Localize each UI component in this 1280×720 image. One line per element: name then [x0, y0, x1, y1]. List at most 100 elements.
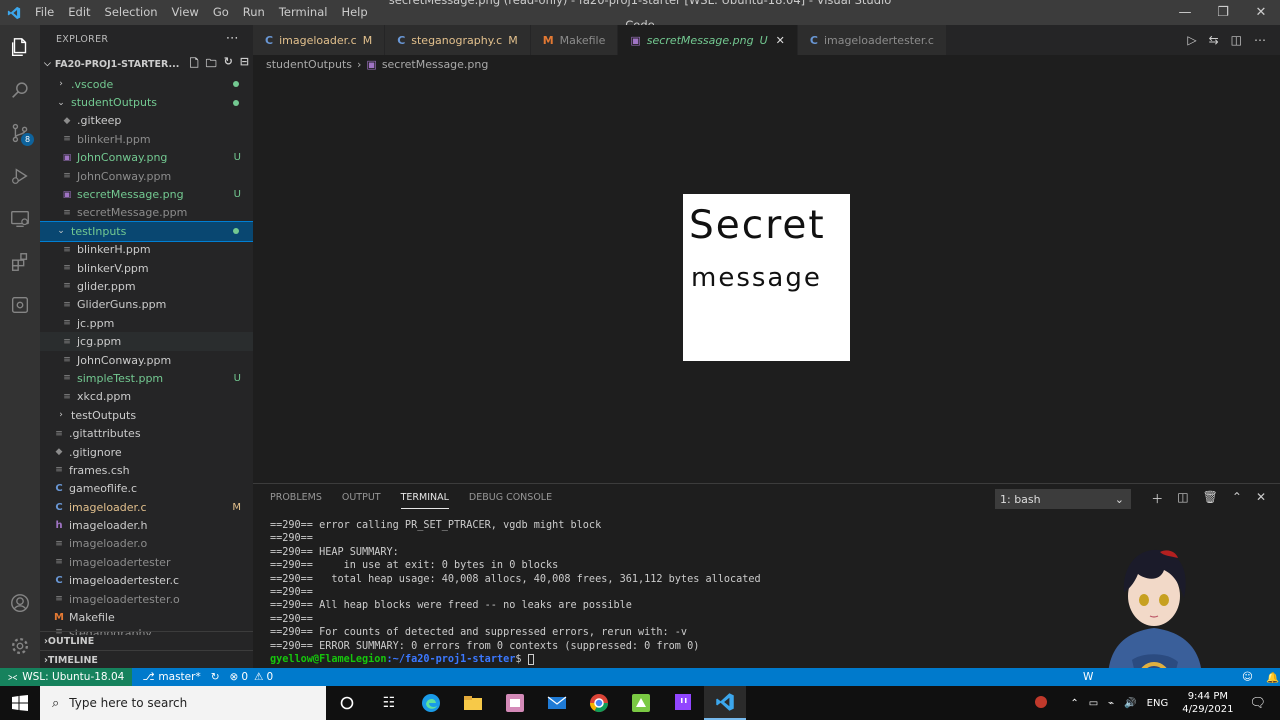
- maximize-panel-icon[interactable]: ⌃: [1232, 490, 1242, 507]
- chevron-up-icon[interactable]: ⌃: [1070, 698, 1078, 709]
- explorer-activity-button[interactable]: [0, 25, 40, 68]
- tree-item-johnconway-png[interactable]: ▣ JohnConway.png U: [40, 149, 253, 167]
- notification-center-icon[interactable]: 🗨: [1249, 696, 1266, 711]
- new-file-icon[interactable]: 🗋: [190, 55, 199, 74]
- tree-item-glider[interactable]: ≡ glider.ppm: [40, 277, 253, 295]
- tab-steganography-c[interactable]: C steganography.c M: [385, 25, 531, 55]
- remote-indicator[interactable]: ⪥ WSL: Ubuntu-18.04: [0, 668, 133, 686]
- run-debug-activity-button[interactable]: [0, 154, 40, 197]
- tree-item-imageloader-h[interactable]: h imageloader.h: [40, 516, 253, 534]
- menu-file[interactable]: File: [28, 0, 61, 25]
- tree-item-imageloadertester-o[interactable]: ≡ imageloadertester.o: [40, 590, 253, 608]
- menu-view[interactable]: View: [165, 0, 206, 25]
- collapse-all-icon[interactable]: ⊟: [240, 55, 249, 74]
- file-explorer-button[interactable]: [452, 686, 494, 720]
- search-activity-button[interactable]: [0, 68, 40, 111]
- recording-icon[interactable]: [1034, 695, 1048, 712]
- remote-explorer-activity-button[interactable]: [0, 197, 40, 240]
- tree-item-gitignore[interactable]: ◆ .gitignore: [40, 443, 253, 461]
- close-panel-icon[interactable]: ✕: [1256, 490, 1266, 507]
- tab-imageloadertester-c[interactable]: C imageloadertester.c: [797, 25, 947, 55]
- split-terminal-icon[interactable]: ◫: [1177, 490, 1188, 507]
- start-button[interactable]: [0, 686, 40, 720]
- manage-activity-button[interactable]: [0, 624, 40, 667]
- run-icon[interactable]: ▷: [1187, 33, 1196, 47]
- clock[interactable]: 9:44 PM 4/29/2021: [1182, 690, 1233, 716]
- chrome-button[interactable]: [578, 686, 620, 720]
- menu-terminal[interactable]: Terminal: [272, 0, 335, 25]
- mail-button[interactable]: [536, 686, 578, 720]
- tree-item-blinkerh[interactable]: ≡ blinkerH.ppm: [40, 130, 253, 148]
- outline-section[interactable]: › OUTLINE: [40, 631, 253, 650]
- trash-icon[interactable]: 🗑: [1203, 490, 1218, 507]
- breadcrumb-folder[interactable]: studentOutputs: [266, 58, 352, 71]
- tree-item-gameoflife[interactable]: C gameoflife.c: [40, 480, 253, 498]
- split-editor-icon[interactable]: ◫: [1231, 33, 1242, 47]
- menu-run[interactable]: Run: [236, 0, 272, 25]
- feedback-icon[interactable]: ☺: [1242, 671, 1253, 683]
- maximize-icon[interactable]: ❐: [1204, 0, 1242, 25]
- testing-activity-button[interactable]: [0, 283, 40, 326]
- tree-item-xkcd[interactable]: ≡ xkcd.ppm: [40, 388, 253, 406]
- tree-item-makefile[interactable]: M Makefile: [40, 608, 253, 626]
- tab-output[interactable]: OUTPUT: [342, 492, 381, 509]
- tab-terminal[interactable]: TERMINAL: [400, 492, 449, 509]
- tree-item-studentoutputs[interactable]: ⌄ studentOutputs: [40, 93, 253, 111]
- tree-item-gitkeep[interactable]: ◆ .gitkeep: [40, 112, 253, 130]
- project-header[interactable]: ⌵ FA20-PROJ1-STARTER... 🗋 🗀 ↻ ⊟: [40, 53, 253, 75]
- tree-item-imageloadertester-c[interactable]: C imageloadertester.c: [40, 572, 253, 590]
- close-window-icon[interactable]: ✕: [1242, 0, 1280, 25]
- branch-label[interactable]: master*: [158, 671, 200, 683]
- tree-item-frames[interactable]: ≡ frames.csh: [40, 461, 253, 479]
- more-actions-icon[interactable]: ⋯: [226, 31, 239, 46]
- tree-item-testinputs[interactable]: ⌄ testInputs: [40, 221, 253, 242]
- tab-imageloader-c[interactable]: C imageloader.c M: [253, 25, 386, 55]
- tree-item-jc[interactable]: ≡ jc.ppm: [40, 314, 253, 332]
- menu-edit[interactable]: Edit: [61, 0, 97, 25]
- cortana-button[interactable]: [326, 686, 368, 720]
- new-terminal-icon[interactable]: ＋: [1151, 490, 1163, 507]
- menu-go[interactable]: Go: [206, 0, 236, 25]
- tab-debug-console[interactable]: DEBUG CONSOLE: [469, 492, 552, 509]
- battery-icon[interactable]: ▭: [1089, 698, 1098, 709]
- terminal-output[interactable]: ==290== error calling PR_SET_PTRACER, vg…: [270, 519, 761, 666]
- menu-selection[interactable]: Selection: [98, 0, 165, 25]
- new-folder-icon[interactable]: 🗀: [206, 55, 217, 74]
- tree-item-gliderguns[interactable]: ≡ GliderGuns.ppm: [40, 296, 253, 314]
- tree-item-blinkerh-in[interactable]: ≡ blinkerH.ppm: [40, 241, 253, 259]
- more-actions-icon[interactable]: ⋯: [1254, 33, 1266, 47]
- twitch-button[interactable]: [662, 686, 704, 720]
- timeline-section[interactable]: › TIMELINE: [40, 650, 253, 668]
- tree-item-johnconway-ppm[interactable]: ≡ JohnConway.ppm: [40, 167, 253, 185]
- close-tab-icon[interactable]: ✕: [776, 34, 785, 47]
- source-control-activity-button[interactable]: 8: [0, 111, 40, 154]
- warning-count[interactable]: 0: [266, 671, 273, 683]
- edge-button[interactable]: [410, 686, 452, 720]
- tree-item-imageloader-c[interactable]: C imageloader.c M: [40, 498, 253, 516]
- vscode-taskbar-button[interactable]: [704, 686, 746, 720]
- tab-secretmessage-png[interactable]: ▣ secretMessage.png U ✕: [618, 25, 798, 55]
- tree-item-blinkerv[interactable]: ≡ blinkerV.ppm: [40, 259, 253, 277]
- network-icon[interactable]: ⌁: [1108, 698, 1114, 709]
- task-view-button[interactable]: ☷: [368, 686, 410, 720]
- app-button-green[interactable]: [620, 686, 662, 720]
- tree-item-jcg[interactable]: ≡ jcg.ppm: [40, 332, 253, 351]
- extensions-activity-button[interactable]: [0, 240, 40, 283]
- sync-icon[interactable]: ↻: [211, 671, 220, 683]
- error-count[interactable]: 0: [241, 671, 248, 683]
- tree-item-secretmessage-ppm[interactable]: ≡ secretMessage.ppm: [40, 204, 253, 222]
- tree-item-simpletest[interactable]: ≡ simpleTest.ppm U: [40, 369, 253, 387]
- minimize-icon[interactable]: —: [1166, 0, 1204, 25]
- tree-item-imageloadertester[interactable]: ≡ imageloadertester: [40, 553, 253, 571]
- app-button-pink[interactable]: [494, 686, 536, 720]
- tab-problems[interactable]: PROBLEMS: [270, 492, 322, 509]
- language-indicator[interactable]: ENG: [1147, 698, 1169, 709]
- tree-item-johnconway-in[interactable]: ≡ JohnConway.ppm: [40, 351, 253, 369]
- tree-item-secretmessage-png[interactable]: ▣ secretMessage.png U: [40, 185, 253, 203]
- tree-item-imageloader-o[interactable]: ≡ imageloader.o: [40, 535, 253, 553]
- notifications-icon[interactable]: 🔔: [1266, 671, 1279, 684]
- open-changes-icon[interactable]: ⇆: [1209, 33, 1219, 47]
- accounts-activity-button[interactable]: [0, 581, 40, 624]
- terminal-select[interactable]: 1: bash ⌄: [995, 489, 1131, 509]
- menu-help[interactable]: Help: [334, 0, 374, 25]
